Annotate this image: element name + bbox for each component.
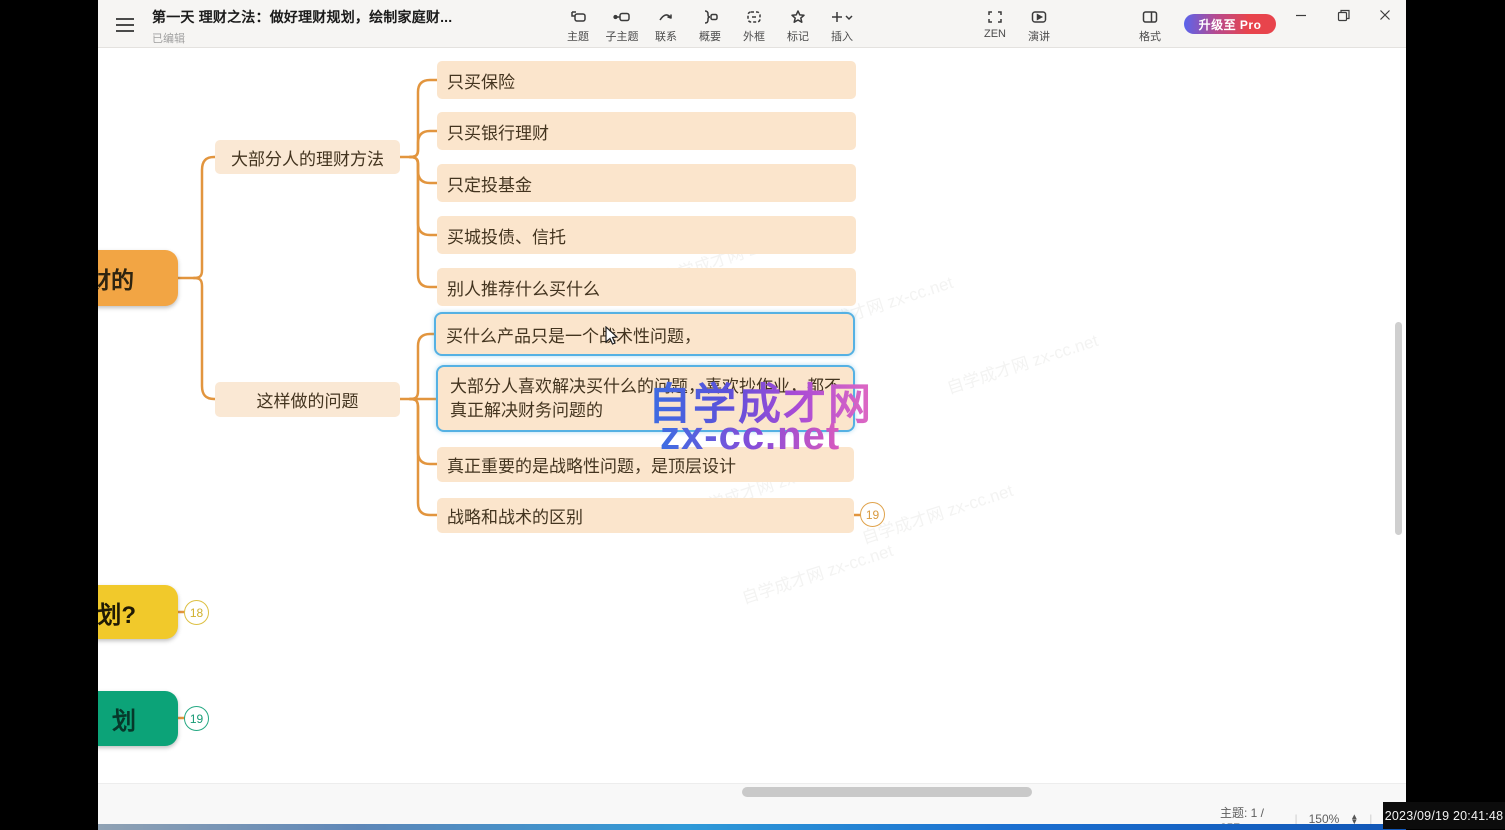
edit-status: 已编辑 <box>152 30 452 46</box>
zoom-stepper[interactable]: ▲▼ <box>1350 814 1358 824</box>
format-button[interactable]: 格式 <box>1128 7 1172 44</box>
topic-button[interactable]: 主题 <box>556 7 600 44</box>
summary-button[interactable]: 概要 <box>688 7 732 44</box>
marker-button[interactable]: 标记 <box>776 7 820 44</box>
toolbar-format-group: 格式 <box>1128 7 1172 44</box>
relationship-icon <box>656 7 676 27</box>
mindmap-root-node[interactable]: 财的 <box>98 250 178 306</box>
title-bar: 第一天 理财之法：做好理财规划，绘制家庭财... 已编辑 主题 子主题 联系 <box>98 0 1406 48</box>
restore-button[interactable] <box>1326 0 1360 30</box>
mindmap-selected-node[interactable]: 买什么产品只是一个战术性问题， <box>434 312 855 356</box>
mindmap-side-node[interactable]: 划 <box>98 691 178 746</box>
menu-icon[interactable] <box>114 14 140 36</box>
toolbar-left-group: 主题 子主题 联系 概要 外框 <box>556 7 864 44</box>
document-title-block: 第一天 理财之法：做好理财规划，绘制家庭财... 已编辑 <box>152 7 452 46</box>
mindmap-leaf-node[interactable]: 战略和战术的区别 <box>437 498 854 533</box>
topic-count-badge[interactable]: 19 <box>184 706 209 731</box>
mindmap-leaf-node[interactable]: 只买银行理财 <box>437 112 856 150</box>
app-window: 第一天 理财之法：做好理财规划，绘制家庭财... 已编辑 主题 子主题 联系 <box>98 0 1406 830</box>
minimize-button[interactable] <box>1284 0 1318 30</box>
present-button[interactable]: 演讲 <box>1017 7 1061 44</box>
upgrade-pro-button[interactable]: 升级至 Pro <box>1184 14 1276 34</box>
format-panel-icon <box>1140 7 1160 27</box>
mindmap-branch-node[interactable]: 大部分人的理财方法 <box>215 140 400 174</box>
mindmap-leaf-node[interactable]: 只买保险 <box>437 61 856 99</box>
horizontal-scrollbar[interactable] <box>742 787 1032 797</box>
timestamp-overlay: 2023/09/19 20:41:48 <box>1383 802 1505 829</box>
mindmap-selected-node[interactable]: 大部分人喜欢解决买什么的问题，喜欢抄作业，都不真正解决财务问题的 <box>436 365 855 432</box>
boundary-icon <box>744 7 764 27</box>
status-bar: 主题: 1 / 257 | 150% ▲▼ | 大纲 <box>98 783 1406 824</box>
boundary-button[interactable]: 外框 <box>732 7 776 44</box>
document-title: 第一天 理财之法：做好理财规划，绘制家庭财... <box>152 7 452 27</box>
topic-count-badge[interactable]: 18 <box>184 600 209 625</box>
subtopic-icon <box>612 7 632 27</box>
relationship-button[interactable]: 联系 <box>644 7 688 44</box>
zen-button[interactable]: ZEN <box>973 7 1017 44</box>
subtopic-button[interactable]: 子主题 <box>600 7 644 44</box>
topic-icon <box>568 7 588 27</box>
present-play-icon <box>1029 7 1049 27</box>
zen-fullscreen-icon <box>985 7 1005 27</box>
mindmap-side-node[interactable]: 划? <box>98 585 178 639</box>
topic-count-badge[interactable]: 19 <box>860 502 885 527</box>
insert-plus-icon <box>829 7 855 27</box>
close-button[interactable] <box>1368 0 1402 30</box>
mindmap-leaf-node[interactable]: 真正重要的是战略性问题，是顶层设计 <box>437 447 854 482</box>
mindmap-leaf-node[interactable]: 只定投基金 <box>437 164 856 202</box>
summary-icon <box>700 7 720 27</box>
bottom-accent-strip <box>98 824 1406 830</box>
vertical-scrollbar[interactable] <box>1395 322 1402 535</box>
toolbar-right-group: ZEN 演讲 <box>973 7 1061 44</box>
mindmap-branch-node[interactable]: 这样做的问题 <box>215 382 400 417</box>
insert-button[interactable]: 插入 <box>820 7 864 44</box>
marker-star-icon <box>788 7 808 27</box>
mindmap-leaf-node[interactable]: 别人推荐什么买什么 <box>437 268 856 306</box>
mindmap-leaf-node[interactable]: 买城投债、信托 <box>437 216 856 254</box>
